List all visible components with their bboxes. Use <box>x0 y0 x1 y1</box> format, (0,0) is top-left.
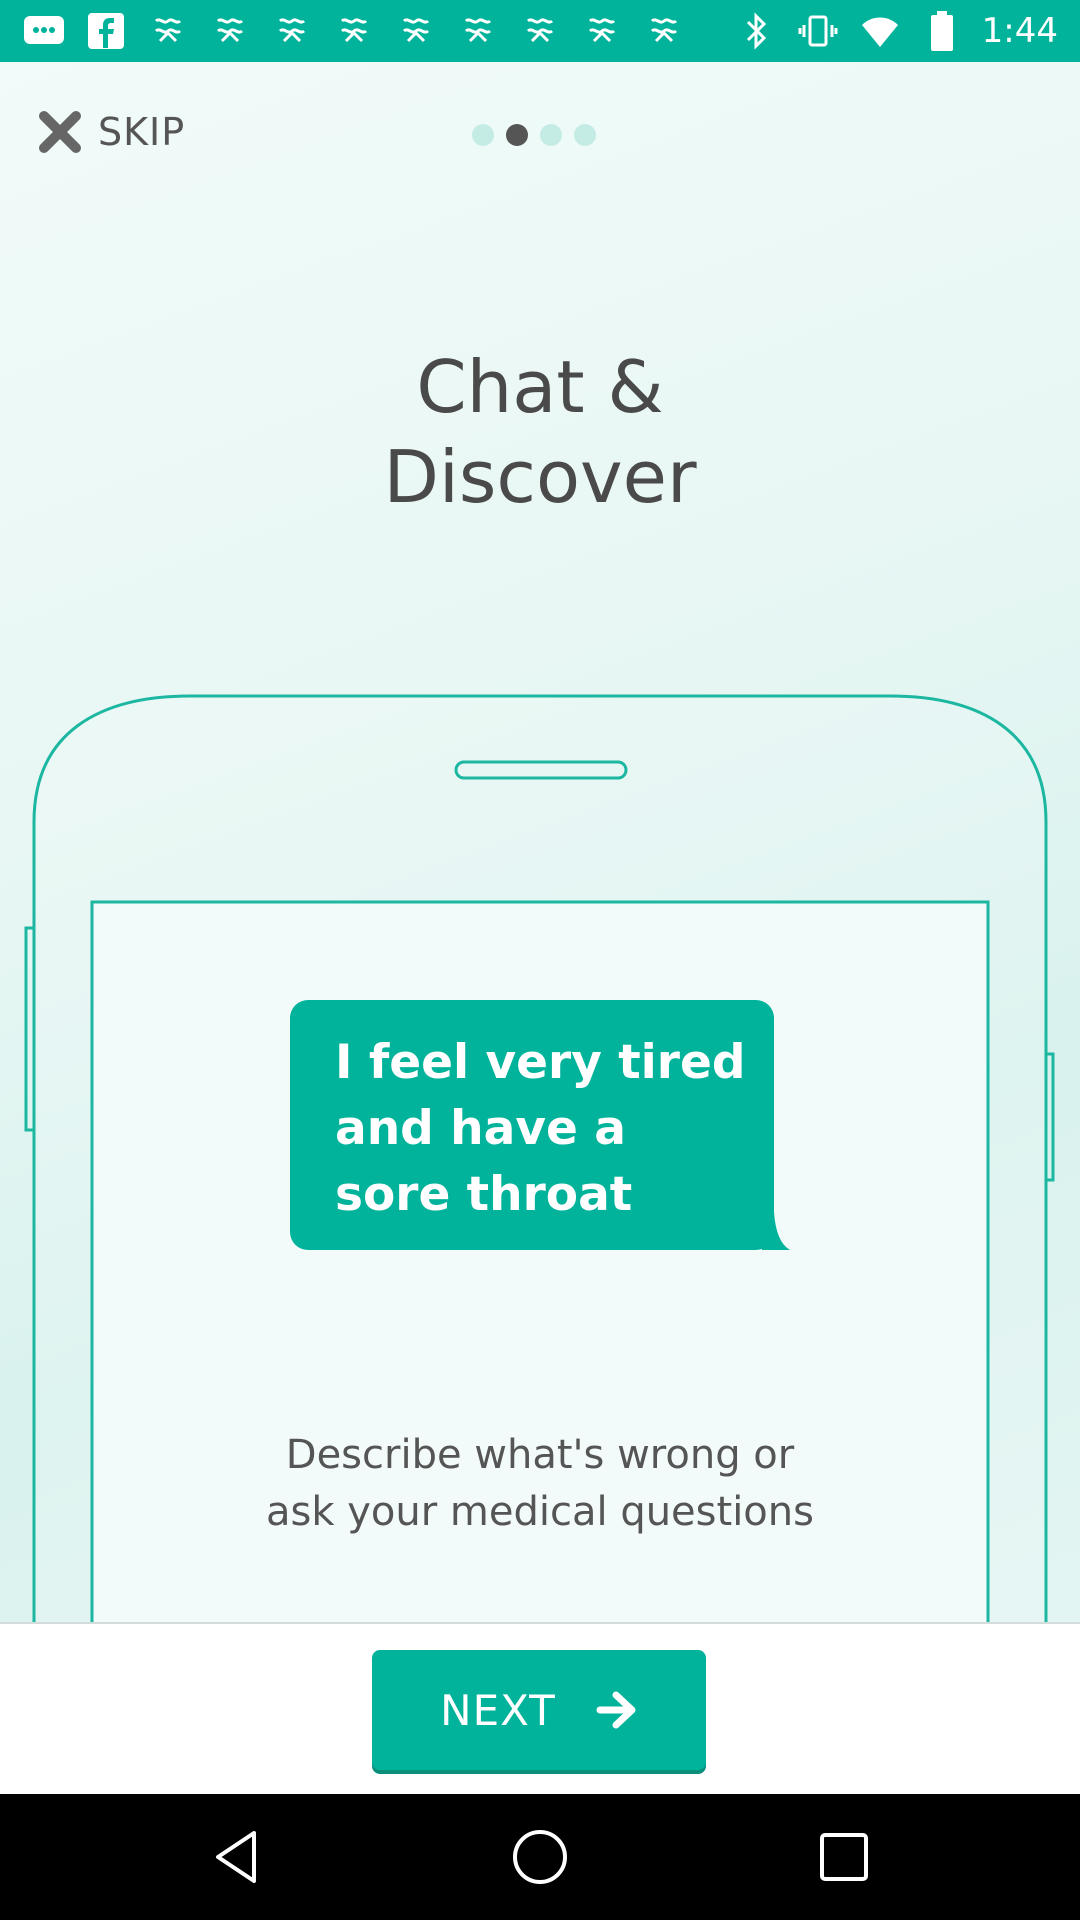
notification-icons <box>22 10 686 52</box>
description-line2: ask your medical questions <box>266 1489 814 1535</box>
notification-icon <box>332 10 376 52</box>
close-icon <box>39 111 81 153</box>
notification-icon <box>270 10 314 52</box>
system-icons: 1:44 <box>734 6 1058 56</box>
back-icon[interactable] <box>208 1827 268 1887</box>
home-icon[interactable] <box>510 1827 570 1887</box>
skip-button[interactable]: SKIP <box>38 110 185 154</box>
description-line1: Describe what's wrong or <box>285 1432 795 1478</box>
wifi-icon <box>858 10 902 52</box>
notification-icon <box>518 10 562 52</box>
notification-icon <box>208 10 252 52</box>
footer: NEXT <box>0 1622 1080 1796</box>
next-label: NEXT <box>440 1685 556 1735</box>
skip-label: SKIP <box>98 110 186 154</box>
facebook-icon <box>84 10 128 52</box>
notification-icon <box>580 10 624 52</box>
vibrate-icon <box>796 10 840 52</box>
navigation-bar <box>0 1794 1080 1920</box>
next-button[interactable]: NEXT <box>372 1650 706 1770</box>
onboarding-screen: SKIP Chat & Discover I feel very tired a… <box>0 62 1080 1622</box>
clock: 1:44 <box>981 11 1058 51</box>
page-title-line2: Discover <box>383 435 697 519</box>
status-bar: 1:44 <box>0 0 1080 62</box>
chat-bubble-text: I feel very tired and have a sore throat <box>335 1035 746 1222</box>
notification-icon <box>146 10 190 52</box>
page-dot-active <box>506 124 528 146</box>
chat-bubble-tail <box>762 1212 790 1250</box>
battery-icon <box>920 10 964 52</box>
arrow-right-icon <box>596 1691 636 1729</box>
page-title-line1: Chat & <box>416 345 664 429</box>
notification-icon <box>456 10 500 52</box>
page-dot <box>472 124 494 146</box>
page-indicator <box>472 124 596 146</box>
page-dot <box>574 124 596 146</box>
page-dot <box>540 124 562 146</box>
bluetooth-icon <box>734 10 778 52</box>
notification-icon <box>394 10 438 52</box>
messages-icon <box>22 10 66 52</box>
notification-icon <box>642 10 686 52</box>
recents-icon[interactable] <box>814 1827 874 1887</box>
